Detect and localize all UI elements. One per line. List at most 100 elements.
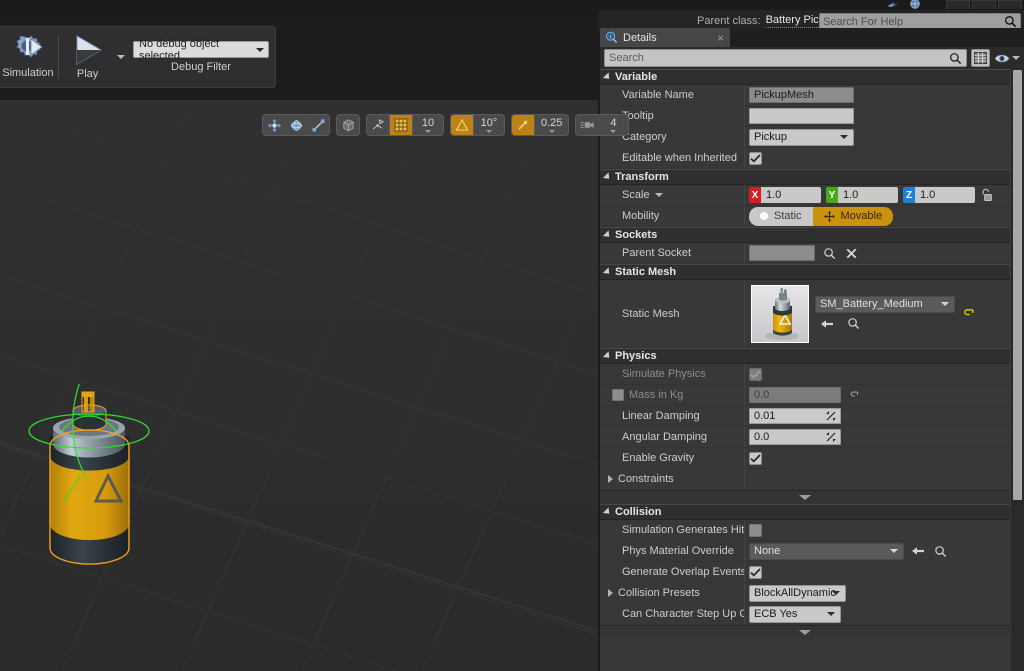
property-label: Mass in Kg [629, 389, 684, 401]
section-header-physics[interactable]: Physics [600, 348, 1010, 364]
camera-speed-value[interactable]: 4 [598, 115, 628, 135]
close-icon[interactable]: × [717, 32, 724, 44]
phys-material-override-combo[interactable]: None [749, 542, 904, 560]
chevron-down-icon[interactable] [654, 193, 663, 197]
collision-presets-combo[interactable]: BlockAllDynamic [749, 584, 846, 602]
mass-in-kg-input: 0.0 [749, 387, 841, 403]
column-view-button[interactable] [971, 49, 990, 67]
property-row-editable-when-inherited: Editable when Inherited [600, 148, 1010, 169]
tooltip-input[interactable] [749, 108, 854, 124]
scale-snap-toggle[interactable] [512, 115, 534, 135]
debug-object-value: No debug object selected [139, 37, 220, 62]
cloud-icon[interactable] [886, 0, 900, 10]
chevron-down-icon [799, 630, 811, 635]
section-header-transform[interactable]: Transform [600, 169, 1010, 185]
mass-override-checkbox[interactable] [612, 389, 624, 401]
scale-z-value[interactable]: 1.0 [915, 187, 975, 203]
search-input[interactable]: Search [604, 49, 967, 67]
viewport-3d[interactable] [0, 100, 598, 671]
phys-material-use-selected-button[interactable] [910, 543, 926, 559]
camera-speed-button[interactable] [576, 115, 598, 135]
scale-y-field[interactable]: Y 1.0 [826, 187, 898, 203]
window-controls[interactable] [946, 0, 1022, 9]
parent-socket-input[interactable] [749, 245, 815, 261]
mobility-movable-option[interactable]: Movable [812, 206, 894, 226]
browse-asset-button[interactable] [845, 316, 861, 332]
enable-gravity-checkbox[interactable] [749, 451, 762, 465]
chevron-right-icon[interactable] [608, 589, 613, 597]
axis-x-label: X [749, 187, 761, 203]
tab-details[interactable]: i Details × [600, 28, 730, 47]
property-value [744, 106, 1010, 126]
editable-when-inherited-checkbox[interactable] [749, 151, 762, 165]
rotate-mode-button[interactable] [285, 115, 307, 135]
angular-damping-input[interactable]: 0.0 [749, 429, 841, 445]
angle-snap-value-text: 10° [480, 116, 498, 129]
globe-icon[interactable] [908, 0, 922, 10]
chevron-right-icon[interactable] [608, 475, 613, 483]
battery-mesh-thumbnail[interactable] [751, 284, 809, 343]
details-scrollbar[interactable] [1011, 69, 1024, 671]
scale-y-value[interactable]: 1.0 [838, 187, 898, 203]
check-icon [750, 369, 761, 379]
collision-advanced-expander[interactable] [600, 625, 1010, 639]
mobility-static-option[interactable]: Static [749, 206, 813, 226]
check-icon [750, 453, 761, 463]
physics-advanced-expander[interactable] [600, 490, 1010, 504]
grid-snap-value[interactable]: 10 [413, 115, 443, 135]
drag-handle-icon[interactable] [826, 411, 836, 421]
play-options-dropdown[interactable] [115, 27, 127, 87]
static-mesh-combo[interactable]: SM_Battery_Medium [815, 295, 955, 313]
scrollbar-thumb[interactable] [1013, 70, 1022, 500]
properties-scroll-area[interactable]: Variable Variable Name PickupMesh Toolti… [600, 69, 1024, 671]
phys-material-browse-button[interactable] [932, 543, 948, 559]
section-header-sockets[interactable]: Sockets [600, 227, 1010, 243]
generate-overlap-events-checkbox[interactable] [749, 565, 762, 579]
static-mesh-reset-button[interactable] [961, 306, 977, 322]
window-top-strip [0, 0, 1024, 10]
use-selected-asset-button[interactable] [819, 316, 835, 332]
parent-socket-clear-button[interactable] [843, 245, 859, 261]
property-row-simulate-physics: Simulate Physics [600, 364, 1010, 385]
minimize-button[interactable] [946, 0, 970, 9]
world-space-button[interactable] [337, 115, 359, 135]
section-header-static-mesh[interactable]: Static Mesh [600, 264, 1010, 280]
category-combo[interactable]: Pickup [749, 128, 854, 146]
variable-name-input[interactable]: PickupMesh [749, 87, 854, 103]
chevron-down-icon [799, 495, 811, 500]
scale-mode-button[interactable] [307, 115, 329, 135]
scale-x-field[interactable]: X 1.0 [749, 187, 821, 203]
angle-snap-toggle[interactable] [451, 115, 473, 135]
static-dot-icon [760, 212, 768, 220]
translate-mode-button[interactable] [263, 115, 285, 135]
scale-snap-value[interactable]: 0.25 [535, 115, 568, 135]
column-view-icon [974, 52, 987, 64]
use-selected-arrow-icon [821, 319, 833, 328]
play-button[interactable]: Play [61, 27, 115, 87]
angle-snap-value[interactable]: 10° [474, 115, 504, 135]
unlocked-ratio-icon[interactable] [980, 188, 993, 202]
simulation-button[interactable]: Simulation [0, 27, 56, 87]
section-header-collision[interactable]: Collision [600, 504, 1010, 520]
chevron-down-icon [486, 129, 492, 133]
property-label: Constraints [618, 473, 674, 485]
maximize-button[interactable] [972, 0, 996, 9]
drag-handle-icon[interactable] [826, 432, 836, 442]
scale-z-field[interactable]: Z 1.0 [903, 187, 975, 203]
section-header-variable[interactable]: Variable [600, 69, 1010, 85]
property-row-constraints[interactable]: Constraints [600, 469, 1010, 490]
mass-reset-button[interactable] [847, 387, 863, 403]
surface-snap-button[interactable] [367, 115, 389, 135]
visibility-options-button[interactable] [994, 49, 1020, 67]
battery-pickup-mesh[interactable] [22, 384, 202, 584]
close-button[interactable] [998, 0, 1022, 9]
scale-x-value[interactable]: 1.0 [761, 187, 821, 203]
property-label: Editable when Inherited [622, 152, 737, 164]
property-label: Simulate Physics [622, 368, 706, 380]
grid-snap-toggle[interactable] [390, 115, 412, 135]
parent-socket-browse-button[interactable] [821, 245, 837, 261]
linear-damping-input[interactable]: 0.01 [749, 408, 841, 424]
can-character-step-up-on-combo[interactable]: ECB Yes [749, 605, 841, 623]
debug-object-combo[interactable]: No debug object selected [133, 38, 269, 62]
simulation-generates-hit-events-checkbox[interactable] [749, 523, 762, 537]
